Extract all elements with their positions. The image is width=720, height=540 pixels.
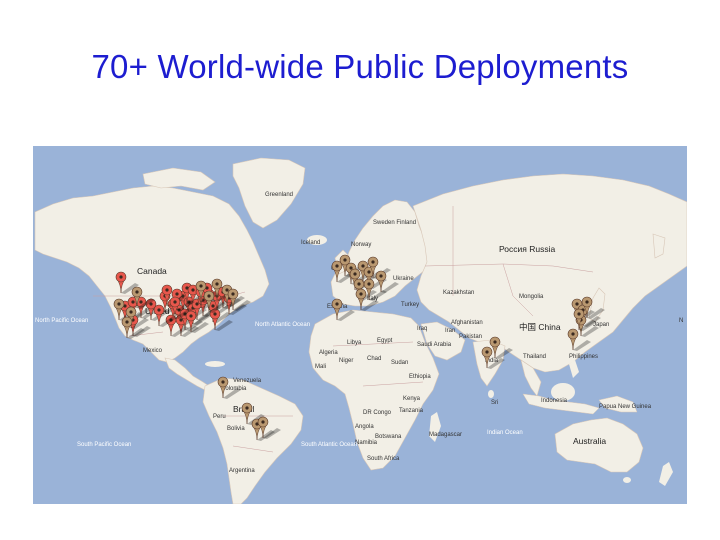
label-afghanistan: Afghanistan — [451, 320, 483, 326]
label-pakistan: Pakistan — [459, 334, 482, 340]
label-north-atlantic: North Atlantic Ocean — [255, 322, 310, 328]
pin-dot — [117, 302, 121, 306]
pin-dot — [129, 310, 133, 314]
pin-dot — [357, 282, 361, 286]
label-south-atlantic: South Atlantic Ocean — [301, 442, 357, 448]
pin-dot — [367, 282, 371, 286]
pin-dot — [213, 312, 217, 316]
world-map[interactable]: Greenland Canada United States Mexico Ic… — [33, 146, 687, 504]
label-sudan: Sudan — [391, 360, 408, 366]
pin-dot — [139, 300, 143, 304]
label-sri: Sri — [491, 400, 498, 406]
label-philippines: Philippines — [569, 354, 598, 360]
label-iran: Iran — [445, 328, 455, 334]
label-argentina: Argentina — [229, 468, 255, 474]
pin-dot — [571, 332, 575, 336]
sri-lanka-landmass — [488, 390, 494, 398]
label-south-africa: South Africa — [367, 456, 400, 462]
pin-dot — [125, 320, 129, 324]
label-algeria: Algeria — [319, 350, 338, 356]
label-south-pacific: South Pacific Ocean — [77, 442, 131, 448]
label-saudi-arabia: Saudi Arabia — [417, 342, 452, 348]
pin-dot — [179, 318, 183, 322]
label-mongolia: Mongolia — [519, 294, 544, 300]
label-canada: Canada — [137, 266, 167, 276]
label-mexico: Mexico — [143, 348, 163, 354]
pin-dot — [199, 284, 203, 288]
pin-dot — [165, 288, 169, 292]
label-namibia: Namibia — [355, 440, 378, 446]
label-indonesia: Indonesia — [541, 398, 568, 404]
label-papua: Papua New Guinea — [599, 404, 652, 410]
world-map-svg[interactable]: Greenland Canada United States Mexico Ic… — [33, 146, 687, 504]
label-north-pacific: North Pacific Ocean — [35, 318, 88, 324]
label-iceland: Iceland — [301, 240, 320, 246]
label-indian-ocean: Indian Ocean — [487, 430, 523, 436]
pin-dot — [157, 308, 161, 312]
label-thailand: Thailand — [523, 354, 546, 360]
label-russia: Россия Russia — [499, 244, 555, 254]
label-chad: Chad — [367, 356, 381, 362]
pin-dot — [349, 266, 353, 270]
label-australia: Australia — [573, 436, 606, 446]
pin-dot — [367, 270, 371, 274]
pin-dot — [361, 264, 365, 268]
label-turkey: Turkey — [401, 302, 419, 308]
pin-dot — [175, 292, 179, 296]
pin-dot — [191, 288, 195, 292]
label-niger: Niger — [339, 358, 353, 364]
label-n-left: N — [679, 318, 683, 324]
pin-dot — [215, 282, 219, 286]
pin-dot — [359, 292, 363, 296]
label-angola: Angola — [355, 424, 374, 430]
label-venezuela: Venezuela — [233, 378, 262, 384]
label-mali: Mali — [315, 364, 326, 370]
label-norway: Norway — [351, 242, 371, 248]
label-china: 中国 China — [519, 322, 561, 332]
cuba-landmass — [205, 361, 225, 367]
pin-dot — [225, 288, 229, 292]
pin-dot — [343, 258, 347, 262]
pin-dot — [335, 264, 339, 268]
pin-dot — [207, 294, 211, 298]
label-greenland: Greenland — [265, 192, 293, 198]
pin-dot — [485, 350, 489, 354]
label-bolivia: Bolivia — [227, 426, 245, 432]
pin-dot — [577, 312, 581, 316]
pin-dot — [261, 420, 265, 424]
label-kenya: Kenya — [403, 396, 421, 402]
pin-dot — [379, 274, 383, 278]
pin-dot — [221, 380, 225, 384]
pin-dot — [335, 302, 339, 306]
pin-dot — [493, 340, 497, 344]
label-ethiopia: Ethiopia — [409, 374, 431, 380]
pin-dot — [585, 300, 589, 304]
pin-dot — [195, 302, 199, 306]
pin-dot — [353, 272, 357, 276]
label-tanzania: Tanzania — [399, 408, 424, 414]
pin-dot — [211, 304, 215, 308]
pin-dot — [131, 300, 135, 304]
label-ukraine: Ukraine — [393, 276, 414, 282]
label-madagascar: Madagascar — [429, 432, 462, 438]
pin-dot — [135, 290, 139, 294]
label-kazakhstan: Kazakhstan — [443, 290, 474, 296]
pin-dot — [575, 302, 579, 306]
label-egypt: Egypt — [377, 338, 393, 344]
label-congo: DR Congo — [363, 410, 392, 416]
label-botswana: Botswana — [375, 434, 402, 440]
label-iraq: Iraq — [417, 326, 427, 332]
pin-dot — [245, 406, 249, 410]
pin-dot — [371, 260, 375, 264]
label-peru: Peru — [213, 414, 226, 420]
label-sweden-finland: Sweden Finland — [373, 220, 416, 226]
pin-dot — [231, 292, 235, 296]
slide-title: 70+ World-wide Public Deployments — [91, 48, 629, 85]
pin-dot — [173, 300, 177, 304]
label-libya: Libya — [347, 340, 362, 346]
pin-dot — [189, 314, 193, 318]
tasmania-landmass — [623, 477, 631, 483]
pin-dot — [119, 275, 123, 279]
